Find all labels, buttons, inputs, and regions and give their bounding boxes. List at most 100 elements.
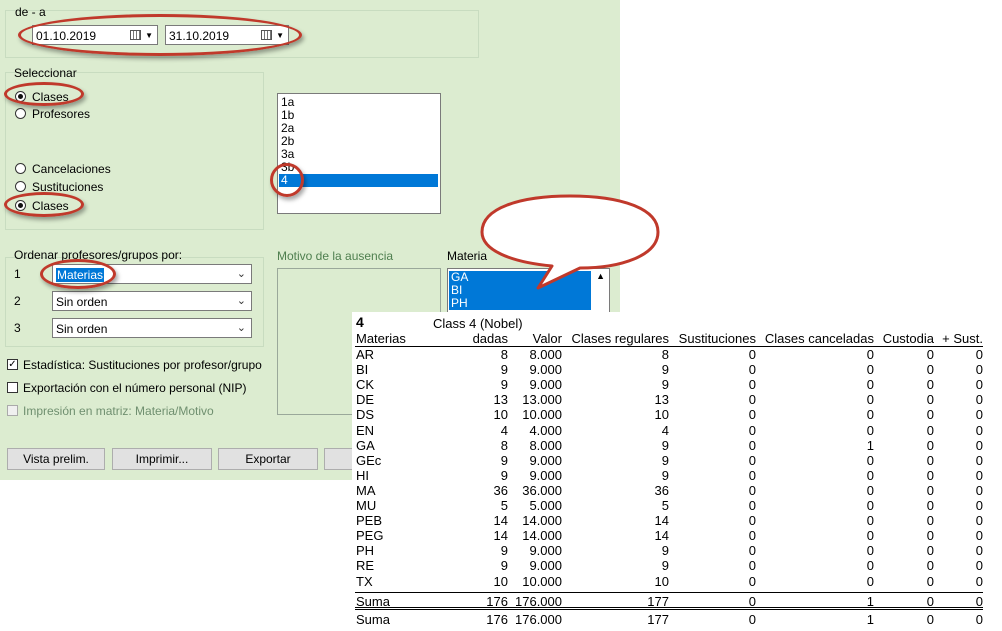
cell-substitutions: 0 [748,362,756,378]
cell-custody: 0 [926,452,934,468]
order-label: Ordenar profesores/grupos por: [14,248,183,262]
cell-given: 8 [500,347,508,362]
cell-substitutions: 0 [748,573,756,589]
highlight-order-subjects [40,259,116,289]
order-select-3[interactable]: Sin orden ⌄ [52,318,252,338]
cell-given: 8 [500,437,508,453]
cell-value: 13.000 [522,392,562,408]
cell-custody: 0 [926,498,934,513]
radio-cancellations[interactable] [15,163,26,174]
cell-cancelled: 0 [866,528,874,544]
report-preview: 4 Class 4 (Nobel) Materias dadas Valor Clas… [352,312,1002,631]
cell-cancelled: 0 [866,452,874,468]
cell-substitutions: 0 [748,377,756,393]
export-button[interactable]: Exportar [218,448,318,470]
cell-value: 8.000 [529,347,562,362]
cell-given: 10 [493,573,508,589]
cell-subject: EN [356,422,375,438]
cell-plus-sub: 0 [975,407,983,423]
cell-custody: 0 [926,362,934,378]
cell-regular: 5 [661,498,669,513]
cell-substitutions: 0 [748,612,756,627]
cell-custody: 0 [926,528,934,544]
cell-substitutions: 0 [748,513,756,529]
cell-substitutions: 0 [748,437,756,453]
cell-given: 9 [500,467,508,483]
cell-plus-sub: 0 [975,452,983,468]
cell-regular: 36 [654,482,669,498]
preview-button[interactable]: Vista prelim. [7,448,105,470]
cell-plus-sub: 0 [975,573,983,589]
class-listbox[interactable]: 1a 1b 2a 2b 3a 3b 4 [277,93,441,214]
cell-cancelled: 0 [866,498,874,513]
cell-value: 9.000 [529,362,562,378]
cell-substitutions: 0 [748,392,756,408]
cell-substitutions: 0 [748,422,756,438]
column-header-given: dadas [472,331,508,346]
highlight-radio-classes [4,82,84,106]
radio-teachers[interactable] [15,108,26,119]
column-header-substitutions: Sustituciones [678,331,756,346]
cell-plus-sub: 0 [975,467,983,483]
absence-reason-label: Motivo de la ausencia [277,249,394,263]
cell-given: 4 [500,422,508,438]
cell-custody: 0 [926,558,934,574]
cell-plus-sub: 0 [975,437,983,453]
cell-cancelled: 0 [866,513,874,529]
cell-regular: 9 [661,558,669,574]
cell-subject: MA [356,482,376,498]
cell-subject: BI [356,362,369,378]
export-nip-checkbox[interactable] [7,382,18,393]
cell-regular: 4 [661,422,669,438]
column-header-regular: Clases regulares [571,331,669,346]
order-select-2-value: Sin orden [56,295,108,309]
order-select-2[interactable]: Sin orden ⌄ [52,291,252,311]
cell-custody: 0 [926,573,934,589]
speech-bubble [480,194,660,290]
cell-substitutions: 0 [748,558,756,574]
cell-custody: 0 [926,377,934,393]
print-button[interactable]: Imprimir... [112,448,212,470]
cell-cancelled: 0 [866,467,874,483]
cell-given: 176 [486,612,508,627]
cell-plus-sub: 0 [975,528,983,544]
radio-substitutions[interactable] [15,181,26,192]
cell-subject: PEG [356,528,384,544]
report-number: 4 [356,314,364,330]
cell-regular: 9 [661,377,669,393]
export-nip-checkbox-label: Exportación con el número personal (NIP) [23,381,247,395]
radio-teachers-label: Profesores [32,107,91,121]
order-row-number: 3 [14,321,21,335]
cell-value: 9.000 [529,467,562,483]
cell-value: 14.000 [522,528,562,544]
cell-regular: 10 [654,573,669,589]
cell-custody: 0 [926,422,934,438]
radio-cancellations-label: Cancelaciones [32,162,111,176]
chevron-down-icon[interactable]: ⌄ [237,294,246,307]
cell-substitutions: 0 [748,482,756,498]
stats-checkbox[interactable]: ✓ [7,359,18,370]
chevron-down-icon[interactable]: ⌄ [237,267,246,280]
cell-value: 8.000 [529,437,562,453]
cell-given: 14 [493,513,508,529]
order-row-number: 1 [14,267,21,281]
cell-given: 10 [493,407,508,423]
report-title: Class 4 (Nobel) [433,316,523,331]
cell-regular: 9 [661,543,669,559]
cell-custody: 0 [926,482,934,498]
cell-substitutions: 0 [748,407,756,423]
order-select-3-value: Sin orden [56,322,108,336]
list-item-selected[interactable]: PH [449,297,591,310]
chevron-down-icon[interactable]: ⌄ [237,321,246,334]
cell-cancelled: 0 [866,482,874,498]
cell-subject: DE [356,392,375,408]
cell-cancelled: 0 [866,362,874,378]
cell-custody: 0 [926,467,934,483]
cell-subject: PEB [356,513,383,529]
cell-custody: 0 [926,513,934,529]
cell-value: 10.000 [522,407,562,423]
cell-cancelled: 0 [866,422,874,438]
cell-cancelled: 0 [866,558,874,574]
cell-subject: GEc [356,452,382,468]
cell-subject: GA [356,437,375,453]
